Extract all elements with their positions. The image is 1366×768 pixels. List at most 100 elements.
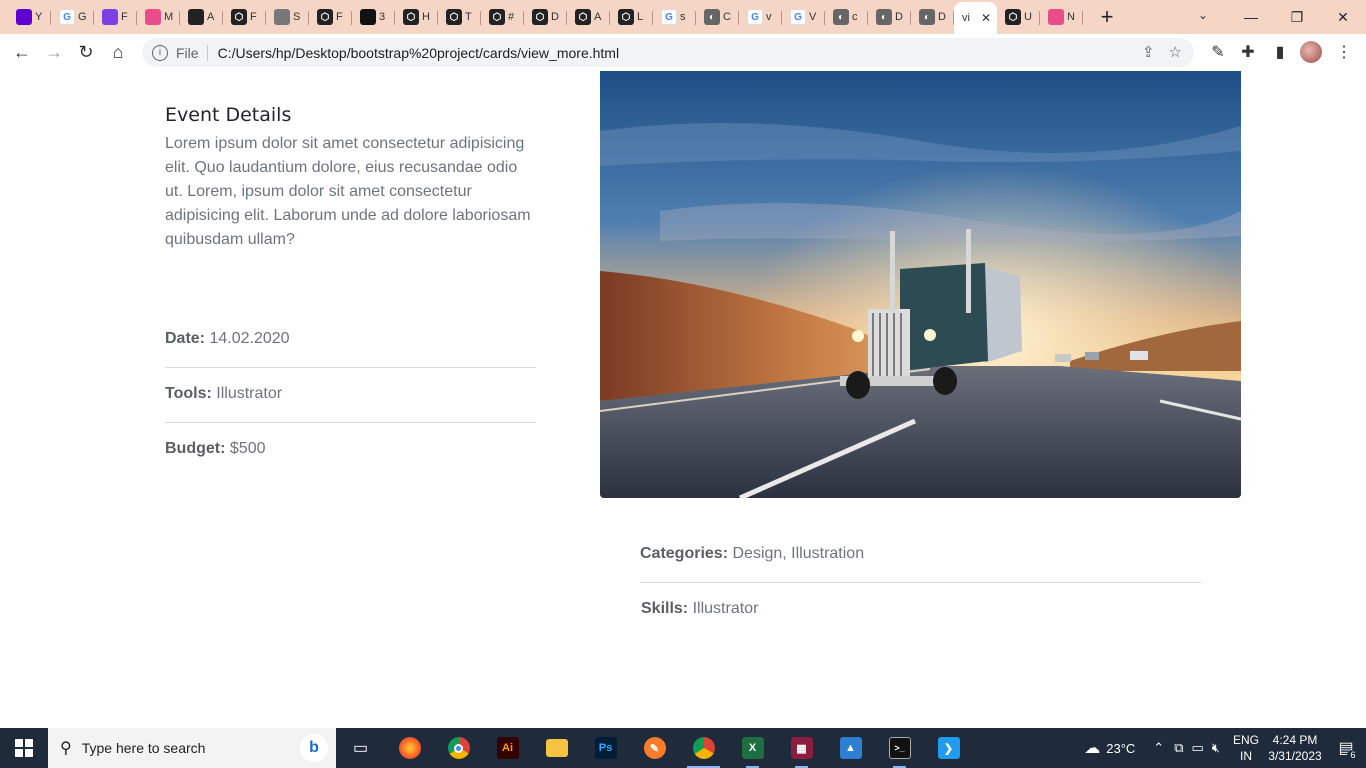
firefox-icon[interactable] [385,728,434,768]
vscode-icon[interactable]: ❯ [924,728,973,768]
meta-tools-label: Tools: [165,385,212,402]
google-icon: G [790,9,806,25]
restore-icon[interactable]: ❐ [1274,0,1320,34]
globe-icon: ◐ [919,9,935,25]
browser-tab[interactable]: F [94,3,137,31]
tab-title: C [723,11,731,23]
browser-tab[interactable]: vi ✕ [954,2,997,34]
terminal-icon[interactable]: >_ [875,728,924,768]
codepen-icon: ⬡ [532,9,548,25]
tab-list: Y G G F M A ⬡ F S ⬡ F 3 ⬡ H ⬡ T ⬡ # ⬡ D ⬡ A ⬡ L Gs ◐ C Gv G V ◐ c ◐ D ◐ Dvi… [0,0,1121,34]
extension-eyedropper-icon[interactable]: ✎ [1204,38,1232,66]
browser-tab[interactable]: ⬡ # [481,3,524,31]
share-icon[interactable]: ⇪ [1142,43,1155,61]
browser-tab[interactable]: Gv [739,3,782,31]
chrome-profile-icon[interactable] [679,728,728,768]
browser-tab[interactable]: ⬡ U [997,3,1040,31]
notification-count: 6 [1347,750,1359,760]
meta-categories: Categories: Design, Illustration [640,545,1011,563]
taskbar-search-box[interactable]: ⚲ Type here to search b [48,728,336,768]
browser-tab[interactable]: GG [51,3,94,31]
photoshop-icon[interactable]: Ps [581,728,630,768]
tab-title: H [422,11,430,23]
winrar-icon[interactable]: ▦ [777,728,826,768]
browser-tab[interactable]: ⬡ A [567,3,610,31]
browser-tab[interactable]: ◐ c [825,3,868,31]
divider [640,582,1201,583]
weather-icon[interactable]: ☁ [1084,738,1100,758]
browser-tab[interactable]: ⬡ T [438,3,481,31]
photos-icon[interactable]: ▲ [826,728,875,768]
url-text[interactable]: C:/Users/hp/Desktop/bootstrap%20project/… [218,45,620,61]
forward-icon[interactable]: → [38,37,70,69]
browser-tab[interactable]: S [266,3,309,31]
extensions-puzzle-icon[interactable]: ✚ [1234,38,1262,66]
tab-title: T [465,11,472,23]
browser-tab[interactable]: GV [782,3,825,31]
file-explorer-icon[interactable] [532,728,581,768]
weather-temp[interactable]: 23°C [1106,741,1135,756]
tab-search-icon[interactable]: ⌄ [1188,0,1218,30]
back-icon[interactable]: ← [6,37,38,69]
browser-tab[interactable]: M [137,3,180,31]
network-icon[interactable]: ▭ [1192,740,1204,756]
tab-title: U [1024,11,1032,23]
task-view-icon[interactable]: ▭ [336,728,385,768]
browser-tab[interactable]: ⬡ L [610,3,653,31]
chrome-icon[interactable] [434,728,483,768]
browser-tab[interactable]: ⬡ D [524,3,567,31]
show-hidden-icons-icon[interactable]: ⌃ [1153,740,1164,756]
bing-icon[interactable]: b [300,734,328,762]
browser-tab[interactable]: ◐ D [868,3,911,31]
new-tab-icon[interactable]: + [1093,3,1121,31]
tab-title: S [293,11,301,23]
browser-tab[interactable]: A [180,3,223,31]
event-details-heading: Event Details [165,104,292,126]
browser-tab[interactable]: N [1040,3,1083,31]
bookmark-star-icon[interactable]: ☆ [1169,43,1182,61]
clock[interactable]: 4:24 PM 3/31/2023 [1264,732,1326,764]
home-icon[interactable]: ⌂ [102,37,134,69]
codepen-icon: ⬡ [446,9,462,25]
volume-muted-icon[interactable]: 🔇︎ [1212,740,1220,756]
clock-time: 4:24 PM [1272,733,1318,747]
codepen-icon: ⬡ [489,9,505,25]
close-tab-icon[interactable]: ✕ [981,11,991,25]
browser-tab[interactable]: ⬡ F [223,3,266,31]
minimize-icon[interactable]: — [1228,0,1274,34]
tab-title: 3 [379,11,386,23]
search-icon: ⚲ [60,740,72,757]
windows-taskbar: ⚲ Type here to search b ▭ Ai Ps ✎ X ▦ ▲ … [0,728,1366,768]
browser-tab[interactable]: ◐ D [911,3,954,31]
illustrator-icon[interactable]: Ai [483,728,532,768]
windows-start-icon[interactable] [0,728,48,768]
sketch-app-icon[interactable]: ✎ [630,728,679,768]
close-window-icon[interactable]: ✕ [1320,0,1366,34]
meet-now-icon[interactable]: ⧉ [1174,740,1183,756]
browser-tab[interactable]: ⬡ F [309,3,352,31]
browser-tab[interactable]: Gs [653,3,696,31]
tab-title: s [680,11,686,23]
tab-title: A [594,11,602,23]
notifications-icon[interactable]: ▤ 6 [1326,728,1366,768]
meta-date-value: 14.02.2020 [209,330,290,347]
browser-tab[interactable]: ⬡ H [395,3,438,31]
meta-tools-value: Illustrator [216,385,283,402]
meta-skills-value: Illustrator [692,600,759,617]
address-bar[interactable]: i File C:/Users/hp/Desktop/bootstrap%20p… [142,38,1194,67]
divider [165,367,536,368]
event-description: Lorem ipsum dolor sit amet consectetur a… [165,135,531,248]
language-indicator[interactable]: ENG IN [1228,732,1264,764]
excel-icon[interactable]: X [728,728,777,768]
side-panel-icon[interactable]: ▮ [1266,38,1294,66]
reload-icon[interactable]: ↻ [70,37,102,69]
browser-tab[interactable]: Y [8,3,51,31]
browser-tab[interactable]: 3 [352,3,395,31]
tab-title: D [895,11,903,23]
browser-tab[interactable]: ◐ C [696,3,739,31]
site-info-icon[interactable]: i [152,44,168,61]
profile-avatar[interactable] [1300,41,1322,63]
tab-title: D [551,11,559,23]
dribbble-icon [145,9,161,25]
menu-kebab-icon[interactable]: ⋮ [1330,38,1358,66]
